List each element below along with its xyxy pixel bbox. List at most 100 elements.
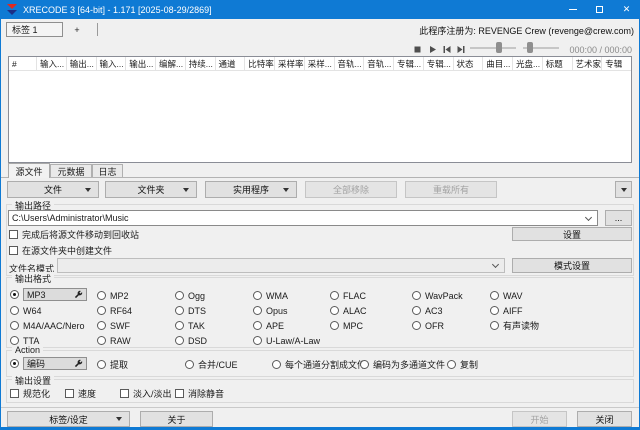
radio-swf[interactable]: SWF [97,319,130,332]
radio-aiff[interactable]: AIFF [490,304,523,317]
registration-text: 此程序注册为: REVENGE Crew (revenge@crew.com) [419,24,634,37]
radio-icon [97,336,106,345]
checkbox-speed[interactable]: 速度 [65,387,96,400]
checkbox-create-in-source-folder[interactable]: 在源文件夹中创建文件 [9,244,112,257]
encode-config-box[interactable]: 编码 [23,357,87,370]
column-header-index[interactable]: # [9,57,37,70]
column-header-input2[interactable]: 输入... [97,57,127,70]
close-window-button[interactable]: ✕ [613,0,640,19]
radio-tak[interactable]: TAK [175,319,205,332]
radio-wma[interactable]: WMA [253,289,288,302]
radio-dts[interactable]: DTS [175,304,206,317]
column-header-track-no[interactable]: 曲目... [483,57,513,70]
output-path-combobox[interactable]: C:\Users\Administrator\Music [8,210,598,226]
volume-slider-thumb[interactable] [527,42,533,53]
column-header-track-peak[interactable]: 音轨... [364,57,394,70]
radio-mp2[interactable]: MP2 [97,289,129,302]
tab-log[interactable]: 日志 [92,164,123,178]
radio-alac[interactable]: ALAC [330,304,367,317]
radio-ape[interactable]: APE [253,319,284,332]
mp3-label: MP3 [27,290,46,300]
column-header-track-gain[interactable]: 音轨... [335,57,365,70]
checkbox-normalize[interactable]: 规范化 [10,387,50,400]
previous-track-button[interactable] [441,44,452,54]
radio-copy[interactable]: 复制 [447,358,478,371]
column-header-channels[interactable]: 通道 [216,57,246,70]
folder-menu-button[interactable]: 文件夹 [105,181,197,198]
radio-ac3[interactable]: AC3 [412,304,443,317]
checkbox-move-to-recycle[interactable]: 完成后将源文件移动到回收站 [9,228,139,241]
radio-dsd[interactable]: DSD [175,334,207,347]
radio-audiobook[interactable]: 有声读物 [490,319,539,332]
radio-m4a-aac-nero[interactable]: M4A/AAC/Nero [10,319,85,332]
seek-slider[interactable] [470,42,516,53]
column-header-codec[interactable]: 编解... [156,57,186,70]
checkbox-fade-in-out[interactable]: 淡入/淡出 [120,387,172,400]
radio-flac[interactable]: FLAC [330,289,366,302]
radio-ofr[interactable]: OFR [412,319,444,332]
column-header-album-peak[interactable]: 专辑... [424,57,454,70]
pattern-settings-button[interactable]: 模式设置 [512,258,632,273]
column-header-output2[interactable]: 输出... [126,57,156,70]
utility-menu-button[interactable]: 实用程序 [205,181,297,198]
maximize-button[interactable] [586,0,613,19]
tab-source-files[interactable]: 源文件 [8,163,50,178]
column-header-input[interactable]: 输入... [37,57,67,70]
settings-button[interactable]: 设置 [512,227,632,241]
stop-button[interactable] [412,44,423,54]
play-button[interactable] [427,44,438,54]
radio-ulaw-alaw[interactable]: U-Law/A-Law [253,334,320,347]
radio-icon [253,291,262,300]
column-header-samplerate[interactable]: 采样率 [275,57,305,70]
column-header-output[interactable]: 输出... [67,57,97,70]
column-header-status[interactable]: 状态 [454,57,484,70]
more-menu-button[interactable] [615,181,632,198]
next-track-button[interactable] [455,44,466,54]
tab-metadata[interactable]: 元数据 [50,164,92,178]
radio-opus[interactable]: Opus [253,304,288,317]
radio-icon [490,306,499,315]
radio-extract[interactable]: 提取 [97,358,128,371]
reload-all-button[interactable]: 重载所有 [405,181,497,198]
radio-selected-icon [10,359,19,368]
column-header-artist[interactable]: 艺术家 [573,57,603,70]
radio-wavpack[interactable]: WavPack [412,289,463,302]
remove-all-button[interactable]: 全部移除 [305,181,397,198]
minimize-button[interactable] [559,0,586,19]
close-app-button[interactable]: 关闭 [577,411,632,427]
radio-encode[interactable]: 编码 [10,357,87,370]
file-list-body[interactable] [9,71,631,162]
column-header-title[interactable]: 标题 [543,57,573,70]
radio-wav[interactable]: WAV [490,289,523,302]
wav-label: WAV [503,291,523,301]
about-button[interactable]: 关于 [140,411,213,427]
tags-settings-button[interactable]: 标签/设定 [7,411,130,427]
radio-mp3[interactable]: MP3 [10,288,87,301]
browse-button[interactable]: ... [605,210,632,226]
add-tab-button[interactable]: + [66,22,88,37]
mp3-config-box[interactable]: MP3 [23,288,87,301]
column-header-album-gain[interactable]: 专辑... [394,57,424,70]
w64-label: W64 [23,306,42,316]
column-header-bitrate[interactable]: 比特率 [245,57,275,70]
radio-split-per-channel[interactable]: 每个通道分割成文件 [272,358,366,371]
column-header-samplesize[interactable]: 采样... [305,57,335,70]
radio-raw[interactable]: RAW [97,334,131,347]
seek-slider-thumb[interactable] [496,42,502,53]
column-header-duration[interactable]: 持续... [186,57,216,70]
volume-slider[interactable] [523,42,559,53]
radio-ogg[interactable]: Ogg [175,289,205,302]
column-header-disc-no[interactable]: 光盘... [513,57,543,70]
radio-merge-cue[interactable]: 合并/CUE [185,358,238,371]
radio-w64[interactable]: W64 [10,304,42,317]
radio-encode-multichannel[interactable]: 编码为多通道文件 [360,358,445,371]
radio-mpc[interactable]: MPC [330,319,363,332]
file-menu-button[interactable]: 文件 [7,181,99,198]
filename-pattern-combobox[interactable] [57,258,505,273]
checkbox-silence-removal[interactable]: 消除静音 [175,387,224,400]
document-tab[interactable]: 标签 1 [6,22,63,37]
previous-icon [442,45,452,54]
start-button[interactable]: 开始 [512,411,567,427]
column-header-album[interactable]: 专辑 [602,57,631,70]
radio-rf64[interactable]: RF64 [97,304,132,317]
